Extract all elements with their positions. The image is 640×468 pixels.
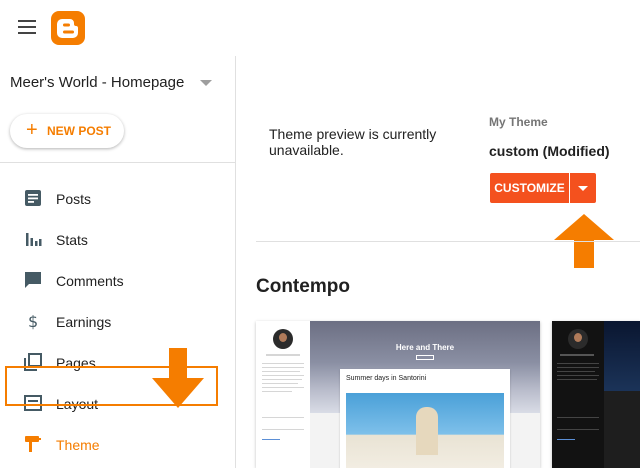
caret-down-icon: [578, 186, 588, 191]
thumbnail-post-card: Summer days in Santorini: [340, 369, 510, 468]
dollar-icon: $: [28, 312, 38, 330]
sidebar-item-label: Posts: [56, 191, 92, 207]
sidebar-item-comments[interactable]: Comments: [0, 262, 236, 298]
sidebar-item-earnings[interactable]: $ Earnings: [0, 303, 236, 339]
menu-icon[interactable]: [18, 20, 36, 34]
paint-roller-icon: [25, 436, 41, 452]
theme-thumbnail-contempo-dark[interactable]: [552, 321, 640, 468]
sidebar-item-posts[interactable]: Posts: [0, 180, 236, 216]
thumbnail-hero: [604, 321, 640, 391]
blogger-theme-page: Meer's World - Homepage + NEW POST Posts: [0, 0, 640, 468]
sidebar-divider: [0, 162, 236, 163]
thumbnail-post-title: Summer days in Santorini: [346, 375, 427, 382]
avatar: [273, 329, 293, 349]
avatar: [568, 329, 588, 349]
svg-text:$: $: [28, 312, 38, 330]
thumbnail-hero-title: Here and There: [395, 343, 455, 352]
sidebar-item-theme[interactable]: Theme: [0, 426, 236, 462]
theme-preview-message: Theme preview is currently unavailable.: [269, 126, 437, 158]
posts-icon: [25, 190, 41, 206]
thumbnail-post-photo: [346, 393, 504, 468]
sidebar-item-label: Stats: [56, 232, 88, 248]
my-theme-label: My Theme: [489, 115, 548, 129]
plus-icon: +: [26, 119, 38, 141]
section-divider: [256, 241, 640, 242]
thumbnail-hero-button: [416, 355, 434, 360]
thumbnail-sidebar: [552, 321, 604, 468]
comment-icon: [25, 272, 41, 288]
my-theme-name: custom (Modified): [489, 143, 610, 159]
sidebar-item-label: Earnings: [56, 314, 112, 330]
stats-icon: [26, 233, 42, 246]
theme-section-title: Contempo: [256, 276, 350, 297]
new-post-button[interactable]: + NEW POST: [10, 114, 124, 148]
blog-name: Meer's World - Homepage: [10, 74, 185, 91]
blogger-logo-icon[interactable]: [51, 11, 85, 45]
caret-down-icon: [200, 80, 212, 86]
sidebar-item-stats[interactable]: Stats: [0, 221, 236, 257]
blog-selector[interactable]: Meer's World - Homepage: [10, 74, 216, 96]
customize-dropdown-button[interactable]: [570, 173, 596, 203]
thumbnail-sidebar: [256, 321, 310, 468]
sidebar-item-label: Theme: [56, 437, 100, 453]
theme-thumbnail-contempo-light[interactable]: Here and There Summer days in Santorini: [256, 321, 540, 468]
customize-button[interactable]: CUSTOMIZE: [490, 173, 569, 203]
top-bar: [0, 0, 640, 56]
new-post-label: NEW POST: [47, 124, 112, 138]
arrow-down-icon: [152, 348, 204, 408]
sidebar-item-label: Comments: [56, 273, 124, 289]
